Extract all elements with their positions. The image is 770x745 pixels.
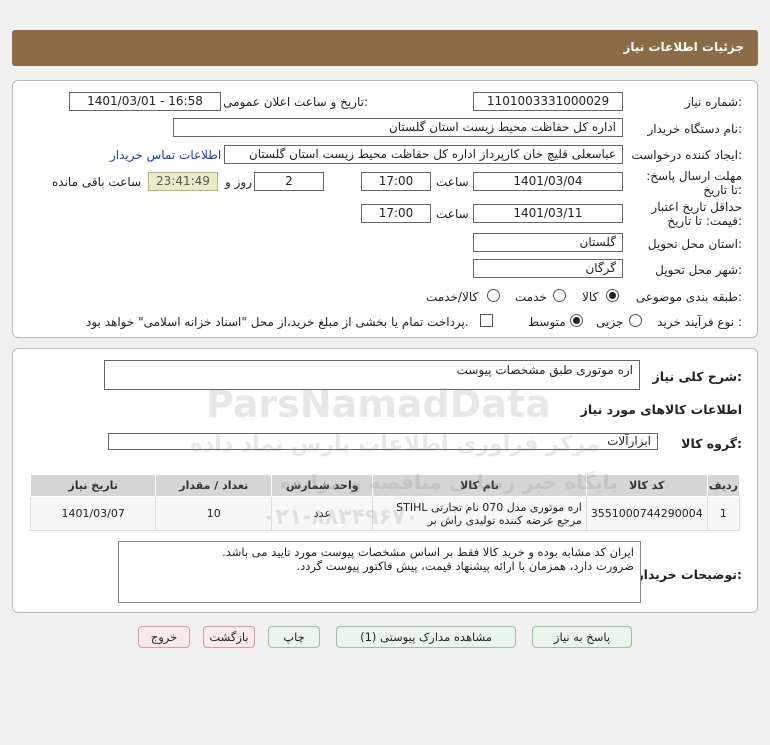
- view-attachments-button[interactable]: مشاهده مدارک پیوستی (1): [336, 626, 516, 648]
- cell-qty: 10: [155, 496, 273, 531]
- province-field: گلستان: [473, 233, 623, 252]
- cell-code: 3551000744290004: [585, 496, 708, 531]
- validity-time-label: ساعت: [436, 207, 469, 221]
- general-desc-field: اره موتوری طبق مشخصات پیوست: [104, 360, 640, 390]
- buyer-notes-box: ایران کد مشابه بوده و خرید کالا فقط بر ا…: [118, 541, 641, 603]
- print-button[interactable]: چاپ: [268, 626, 320, 648]
- treasury-payment-note: پرداخت تمام یا بخشی از مبلغ خرید،از محل …: [86, 315, 469, 329]
- province-label: استان محل تحویل:: [647, 237, 742, 251]
- cell-row: 1: [706, 496, 741, 531]
- cell-unit: عدد: [271, 496, 374, 531]
- col-row-header: ردیف: [706, 474, 741, 497]
- table-row: 1 3551000744290004 اره موتوری مدل 070 نا…: [29, 496, 741, 531]
- buyer-notes-label: توضیحات خریدار:: [636, 567, 742, 582]
- process-minor-radio[interactable]: [629, 314, 642, 327]
- cell-name: اره موتوری مدل 070 نام تجارتی STIHL مرجع…: [372, 496, 587, 531]
- table-header-row: ردیف کد کالا نام کالا واحد شمارش تعداد /…: [29, 474, 741, 497]
- general-desc-label: شرح کلی نیاز:: [652, 369, 743, 384]
- category-goods-service-label: کالا/خدمت: [426, 290, 479, 304]
- exit-button[interactable]: خروج: [138, 626, 190, 648]
- header-bar: جزئیات اطلاعات نیاز: [12, 30, 758, 66]
- col-date-header: تاریخ نیاز: [29, 474, 157, 497]
- buyer-notes-line1: ایران کد مشابه بوده و خرید کالا فقط بر ا…: [222, 545, 634, 559]
- buyer-contact-link[interactable]: اطلاعات تماس خریدار: [110, 148, 221, 162]
- col-unit-header: واحد شمارش: [271, 474, 374, 497]
- buyer-notes-line2: ضرورت دارد، همزمان با ارائه پیشنهاد قیمت…: [296, 559, 634, 573]
- category-goods-service-radio[interactable]: [487, 289, 500, 302]
- col-code-header: کد کالا: [585, 474, 708, 497]
- validity-label: حداقل تاریخ اعتبار قیمت: تا تاریخ:: [651, 200, 742, 228]
- goods-group-field: ابزارآلات: [108, 433, 658, 450]
- category-service-label: خدمت: [515, 290, 547, 304]
- buyer-org-field: اداره کل حفاظت محیط زیست استان گلستان: [173, 118, 623, 137]
- requester-label: ایجاد کننده درخواست:: [631, 148, 742, 162]
- category-label: طبقه بندی موضوعی:: [635, 290, 742, 304]
- goods-info-title: اطلاعات کالاهای مورد نیاز: [580, 402, 742, 417]
- page-title: جزئیات اطلاعات نیاز: [623, 40, 744, 54]
- validity-time-field: 17:00: [361, 204, 431, 223]
- buyer-org-label: نام دستگاه خریدار:: [647, 122, 743, 136]
- deadline-label: مهلت ارسال پاسخ: تا تاریخ:: [646, 169, 742, 197]
- requester-field: عباسعلی قلیچ خان کارپرداز اداره کل حفاظت…: [224, 145, 623, 164]
- category-goods-label: کالا: [582, 290, 599, 304]
- reply-button[interactable]: پاسخ به نیاز: [532, 626, 632, 648]
- category-service-radio[interactable]: [553, 289, 566, 302]
- process-label: نوع فرآیند خرید :: [657, 315, 742, 329]
- back-button[interactable]: بازگشت: [203, 626, 255, 648]
- cell-date: 1401/03/07: [29, 496, 157, 531]
- city-label: شهر محل تحویل:: [655, 263, 742, 277]
- remaining-label: ساعت باقی مانده: [52, 175, 142, 189]
- announce-field: 1401/03/01 - 16:58: [69, 92, 221, 111]
- city-field: گرگان: [473, 259, 623, 278]
- validity-date-field: 1401/03/11: [473, 204, 623, 223]
- process-medium-label: متوسط: [528, 315, 566, 329]
- deadline-date-field: 1401/03/04: [473, 172, 623, 191]
- deadline-time-label: ساعت: [436, 175, 469, 189]
- category-goods-radio[interactable]: [606, 289, 619, 302]
- goods-table: ردیف کد کالا نام کالا واحد شمارش تعداد /…: [29, 474, 741, 531]
- days-field: 2: [254, 172, 324, 191]
- deadline-time-field: 17:00: [361, 172, 431, 191]
- process-minor-label: جزیی: [596, 315, 624, 329]
- days-label: روز و: [225, 175, 252, 189]
- col-name-header: نام کالا: [372, 474, 587, 497]
- need-number-field: 1101003331000029: [473, 92, 623, 111]
- col-qty-header: تعداد / مقدار: [155, 474, 273, 497]
- remaining-timer: 23:41:49: [148, 172, 218, 191]
- announce-label: تاریخ و ساعت اعلان عمومی:: [223, 95, 368, 109]
- goods-group-label: گروه کالا:: [681, 436, 742, 451]
- need-number-label: شماره نیاز:: [684, 95, 742, 109]
- treasury-payment-checkbox[interactable]: [480, 314, 493, 327]
- process-medium-radio[interactable]: [570, 314, 583, 327]
